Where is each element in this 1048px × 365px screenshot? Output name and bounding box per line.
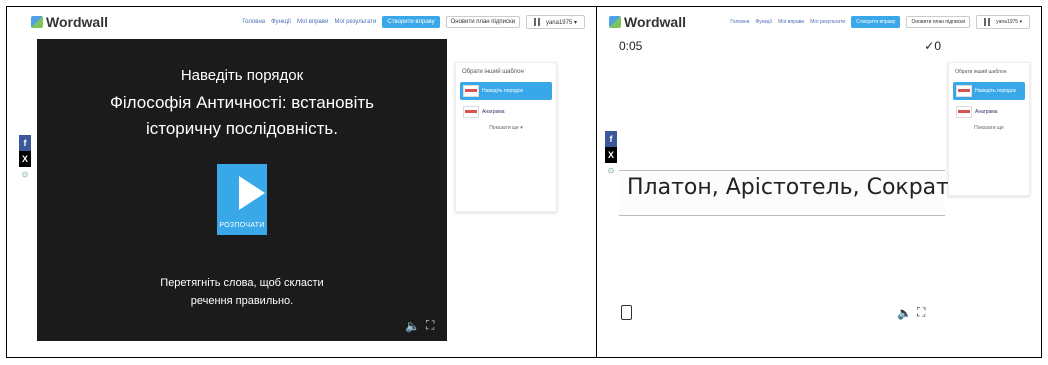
game-window: Наведіть порядок Філософія Античності: в… — [37, 39, 447, 341]
user-label: yana1975 ▾ — [545, 19, 577, 26]
show-more-link[interactable]: Показати ще ▾ — [456, 125, 556, 131]
top-bar: Wordwall Головна Функції Мої вправи Мої … — [597, 7, 1041, 37]
facebook-share-icon[interactable]: f — [19, 135, 31, 151]
nav-my-activities[interactable]: Мої вправи — [778, 19, 804, 25]
template-thumb-icon — [463, 106, 479, 118]
sentence-strip: Платон, Арістотель, Сократ — [619, 170, 949, 216]
share-bar: f X ⊙ — [19, 135, 31, 181]
wordwall-logo[interactable]: Wordwall — [609, 14, 686, 30]
user-menu[interactable]: yana1975 ▾ — [976, 15, 1030, 29]
sidebar-header: Обрати інший шаблон — [955, 69, 1007, 75]
create-activity-button[interactable]: Створити вправу — [382, 16, 440, 28]
template-thumb-icon — [956, 85, 972, 97]
game-score: ✓0 — [924, 39, 941, 53]
volume-icon[interactable]: 🔈 — [897, 306, 912, 320]
user-menu[interactable]: yana1975 ▾ — [525, 15, 585, 29]
nav-my-results[interactable]: Мої результати — [810, 19, 845, 25]
wordwall-logo-icon — [609, 16, 621, 28]
show-more-link[interactable]: Показати ще — [949, 125, 1029, 131]
share-bar: f X ⊙ — [605, 131, 617, 177]
play-icon — [239, 176, 265, 210]
logo-text: Wordwall — [624, 14, 686, 30]
user-icon — [533, 18, 540, 26]
template-label: Анаграма — [482, 109, 505, 115]
nav-features[interactable]: Функції — [755, 19, 772, 25]
volume-icon[interactable]: 🔈 — [405, 319, 420, 333]
template-label: Наведіть порядок — [482, 88, 523, 94]
user-icon — [984, 18, 991, 26]
right-screenshot: Wordwall Головна Функції Мої вправи Мої … — [597, 7, 1041, 357]
nav-home[interactable]: Головна — [730, 19, 749, 25]
nav-my-activities[interactable]: Мої вправи — [297, 19, 328, 25]
game-timer: 0:05 — [619, 39, 643, 53]
wordwall-logo[interactable]: Wordwall — [31, 14, 108, 30]
user-label: yana1975 ▾ — [996, 19, 1022, 25]
game-window: 0:05 ✓0 Платон, Арістотель, Сократ 🔈 ⛶ — [619, 37, 949, 342]
create-activity-button[interactable]: Створити вправу — [851, 16, 901, 28]
logo-text: Wordwall — [46, 14, 108, 30]
sidebar-header: Обрати інший шаблон — [462, 69, 524, 75]
x-share-icon[interactable]: X — [605, 147, 617, 163]
template-unjumble[interactable]: Наведіть порядок — [953, 82, 1025, 100]
nav-home[interactable]: Головна — [242, 19, 265, 25]
top-nav: Головна Функції Мої вправи Мої результат… — [239, 15, 588, 29]
game-title: Філософія Античності: встановіть історич… — [109, 93, 374, 138]
link-share-icon[interactable]: ⊙ — [19, 167, 31, 181]
fullscreen-icon[interactable]: ⛶ — [917, 305, 925, 320]
template-thumb-icon — [463, 85, 479, 97]
template-sidebar: Обрати інший шаблон Наведіть порядок Ана… — [455, 62, 557, 212]
facebook-share-icon[interactable]: f — [605, 131, 617, 147]
link-share-icon[interactable]: ⊙ — [605, 163, 617, 177]
template-sidebar: Обрати інший шаблон Наведіть порядок Ана… — [948, 62, 1030, 196]
sentence-text[interactable]: Платон, Арістотель, Сократ — [627, 175, 949, 200]
game-pretitle: Наведіть порядок — [180, 67, 304, 84]
template-anagram[interactable]: Анаграма — [460, 103, 552, 121]
menu-icon[interactable] — [621, 305, 632, 320]
x-share-icon[interactable]: X — [19, 151, 31, 167]
template-label: Наведіть порядок — [975, 88, 1016, 94]
template-anagram[interactable]: Анаграма — [953, 103, 1025, 121]
wordwall-logo-icon — [31, 16, 43, 28]
nav-features[interactable]: Функції — [271, 19, 291, 25]
template-unjumble[interactable]: Наведіть порядок — [460, 82, 552, 100]
start-button[interactable]: РОЗПОЧАТИ — [217, 164, 267, 235]
top-nav: Головна Функції Мої вправи Мої результат… — [727, 15, 1033, 29]
template-label: Анаграма — [975, 109, 998, 115]
template-thumb-icon — [956, 106, 972, 118]
top-bar: Wordwall Головна Функції Мої вправи Мої … — [7, 7, 596, 37]
game-instruction: Перетягніть слова, щоб скласти речення п… — [160, 277, 324, 307]
fullscreen-icon[interactable]: ⛶ — [426, 318, 434, 333]
start-label: РОЗПОЧАТИ — [219, 222, 265, 229]
upgrade-plan-button[interactable]: Оновити план підписки — [445, 16, 520, 28]
left-screenshot: Wordwall Головна Функції Мої вправи Мої … — [7, 7, 596, 357]
nav-my-results[interactable]: Мої результати — [334, 19, 376, 25]
upgrade-plan-button[interactable]: Оновити план підписки — [906, 16, 971, 28]
